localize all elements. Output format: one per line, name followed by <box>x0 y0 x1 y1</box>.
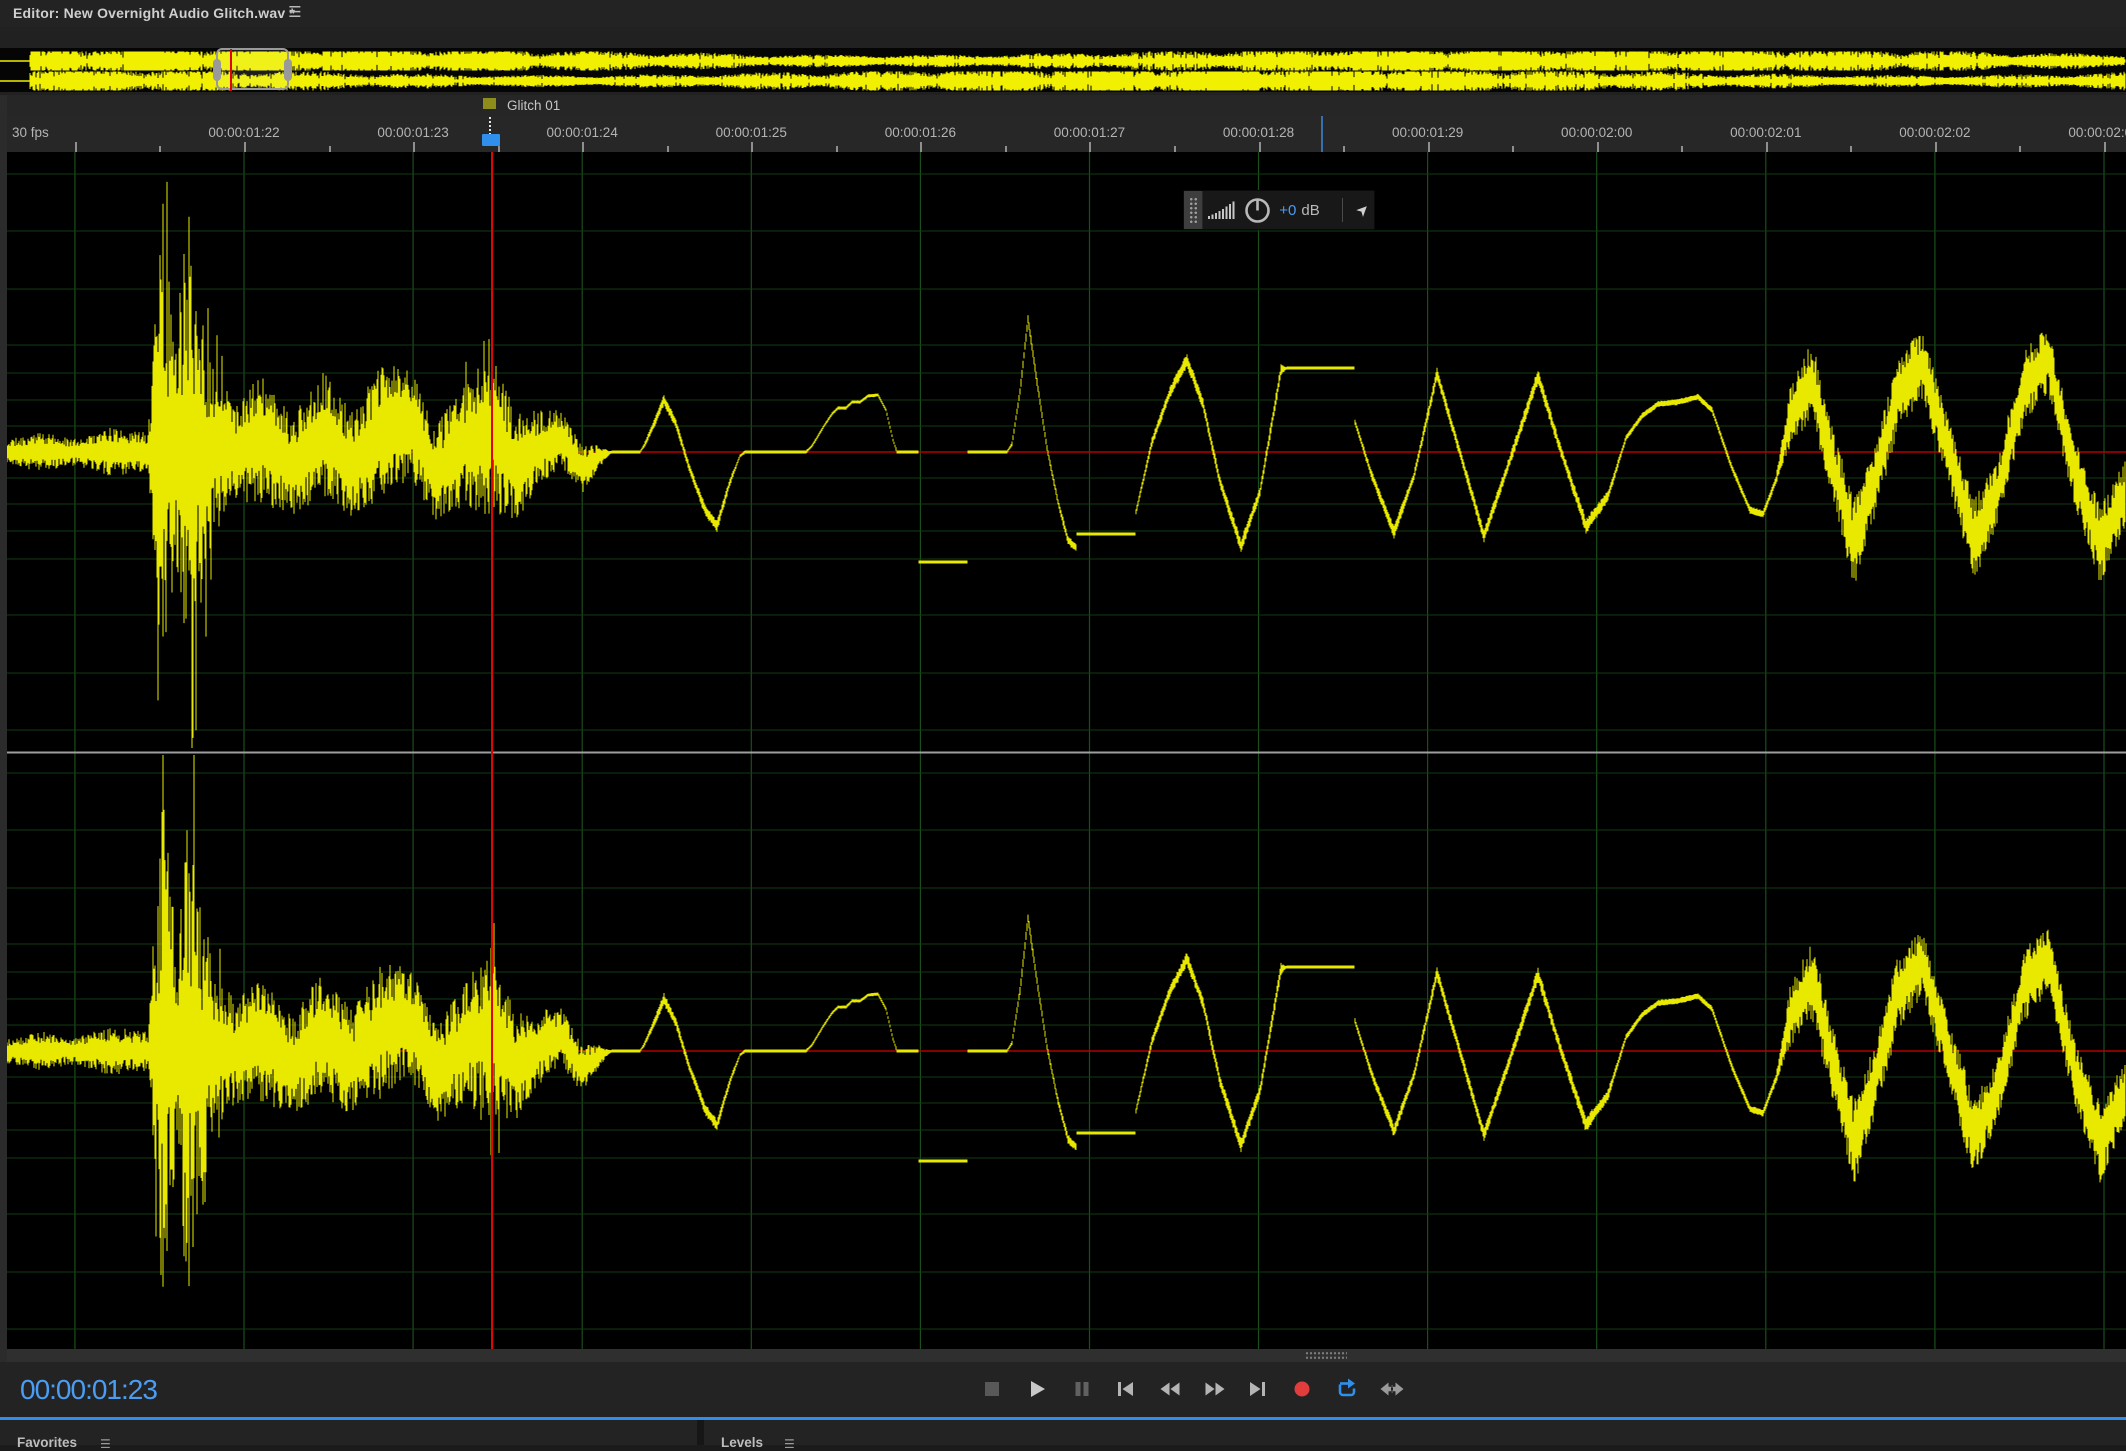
gain-unit-label: dB <box>1301 202 1319 219</box>
marker-flag-icon[interactable] <box>483 98 496 109</box>
ruler-tick-major <box>413 142 415 152</box>
marker-lane[interactable]: Glitch 01 <box>0 95 2126 117</box>
ruler-tick-major <box>1597 142 1599 152</box>
fast-forward-button[interactable] <box>1197 1371 1233 1407</box>
ruler-label: 00:00:01:25 <box>716 125 787 140</box>
ruler-tick-major <box>751 142 753 152</box>
timeline-ruler[interactable]: 30 fps 00:00:01:22 00:00:01:23 00:00:01:24… <box>0 116 2126 152</box>
overview-view-rectangle[interactable] <box>216 48 289 90</box>
ruler-tick-major <box>1935 142 1937 152</box>
scrollbar-grip[interactable] <box>1305 1351 1347 1360</box>
favorites-panel-title: Favorites <box>17 1435 77 1450</box>
skip-to-end-button[interactable] <box>1240 1371 1276 1407</box>
volume-knob-icon[interactable] <box>1242 197 1273 224</box>
playhead-handle[interactable] <box>482 134 500 146</box>
pause-button[interactable] <box>1064 1371 1100 1407</box>
ruler-tick-major <box>2104 142 2106 152</box>
marker-label: Glitch 01 <box>507 98 560 113</box>
ruler-tick-major <box>1766 142 1768 152</box>
play-button[interactable] <box>1019 1371 1055 1407</box>
ruler-label: 00:00:01:27 <box>1054 125 1125 140</box>
ruler-tick-major <box>582 142 584 152</box>
levels-panel-title: Levels <box>721 1435 763 1450</box>
ruler-label: 00:00:01:26 <box>885 125 956 140</box>
ruler-tick-major <box>244 142 246 152</box>
transport-bar: 00:00:01:23 <box>0 1362 2126 1417</box>
overview-navigator[interactable] <box>0 27 2126 95</box>
favorites-panel-tab[interactable]: Favorites ☰ <box>0 1420 697 1445</box>
playhead-line[interactable] <box>491 152 493 1349</box>
grip-dots-icon <box>1189 197 1198 223</box>
horizontal-scrollbar[interactable] <box>0 1349 2126 1362</box>
panel-left-edge <box>0 95 7 1362</box>
ruler-label: 00:00:01:23 <box>377 125 448 140</box>
level-bars-icon <box>1203 200 1242 220</box>
levels-panel-tab[interactable]: Levels ☰ <box>704 1420 2126 1445</box>
ruler-tick-major <box>1089 142 1091 152</box>
stop-button[interactable] <box>974 1371 1010 1407</box>
playhead-dotted-line <box>489 117 491 135</box>
hud-separator <box>1342 198 1343 222</box>
gain-value[interactable]: +0 <box>1279 202 1296 219</box>
bottom-panels: Favorites ☰ Levels ☰ <box>0 1420 2126 1445</box>
ruler-label: 00:00:01:24 <box>547 125 618 140</box>
ruler-tick-major <box>1428 142 1430 152</box>
ruler-tick-major <box>1259 142 1261 152</box>
timecode-display[interactable]: 00:00:01:23 <box>20 1374 157 1406</box>
rewind-button[interactable] <box>1152 1371 1188 1407</box>
overview-rect-right-handle[interactable] <box>284 59 292 81</box>
skip-to-start-button[interactable] <box>1107 1371 1143 1407</box>
overview-waveform-svg <box>0 48 2126 92</box>
ruler-tick-major <box>75 142 77 152</box>
volume-hud[interactable]: +0 dB ➤ <box>1183 190 1375 230</box>
hud-drag-handle[interactable] <box>1184 191 1203 229</box>
waveform-display[interactable] <box>0 152 2126 1349</box>
ruler-label: 00:00:02:01 <box>1730 125 1801 140</box>
ruler-label: 00:00:02:03 <box>2068 125 2126 140</box>
audition-editor-window: { "window": { "title": "Editor: New Over… <box>0 0 2126 1444</box>
ruler-blue-indicator <box>1321 116 1323 152</box>
overview-rect-left-handle[interactable] <box>213 59 221 81</box>
ruler-label: 00:00:02:02 <box>1899 125 1970 140</box>
panel-title-bar: Editor: New Overnight Audio Glitch.wav *… <box>0 0 2126 28</box>
ruler-label: 00:00:01:22 <box>208 125 279 140</box>
skip-selection-button[interactable] <box>1374 1371 1410 1407</box>
framerate-label: 30 fps <box>12 125 49 140</box>
ruler-label: 00:00:01:29 <box>1392 125 1463 140</box>
waveform-svg <box>0 152 2126 1349</box>
ruler-tick-major <box>920 142 922 152</box>
overview-playhead <box>230 49 232 91</box>
loop-playback-button[interactable] <box>1329 1371 1365 1407</box>
record-button[interactable] <box>1284 1371 1320 1407</box>
panel-menu-icon[interactable]: ☰ <box>286 4 304 22</box>
panel-title: Editor: New Overnight Audio Glitch.wav * <box>13 5 295 21</box>
ruler-label: 00:00:01:28 <box>1223 125 1294 140</box>
ruler-label: 00:00:02:00 <box>1561 125 1632 140</box>
pin-hud-icon[interactable]: ➤ <box>1348 195 1377 224</box>
overview-waveform <box>0 48 2126 92</box>
